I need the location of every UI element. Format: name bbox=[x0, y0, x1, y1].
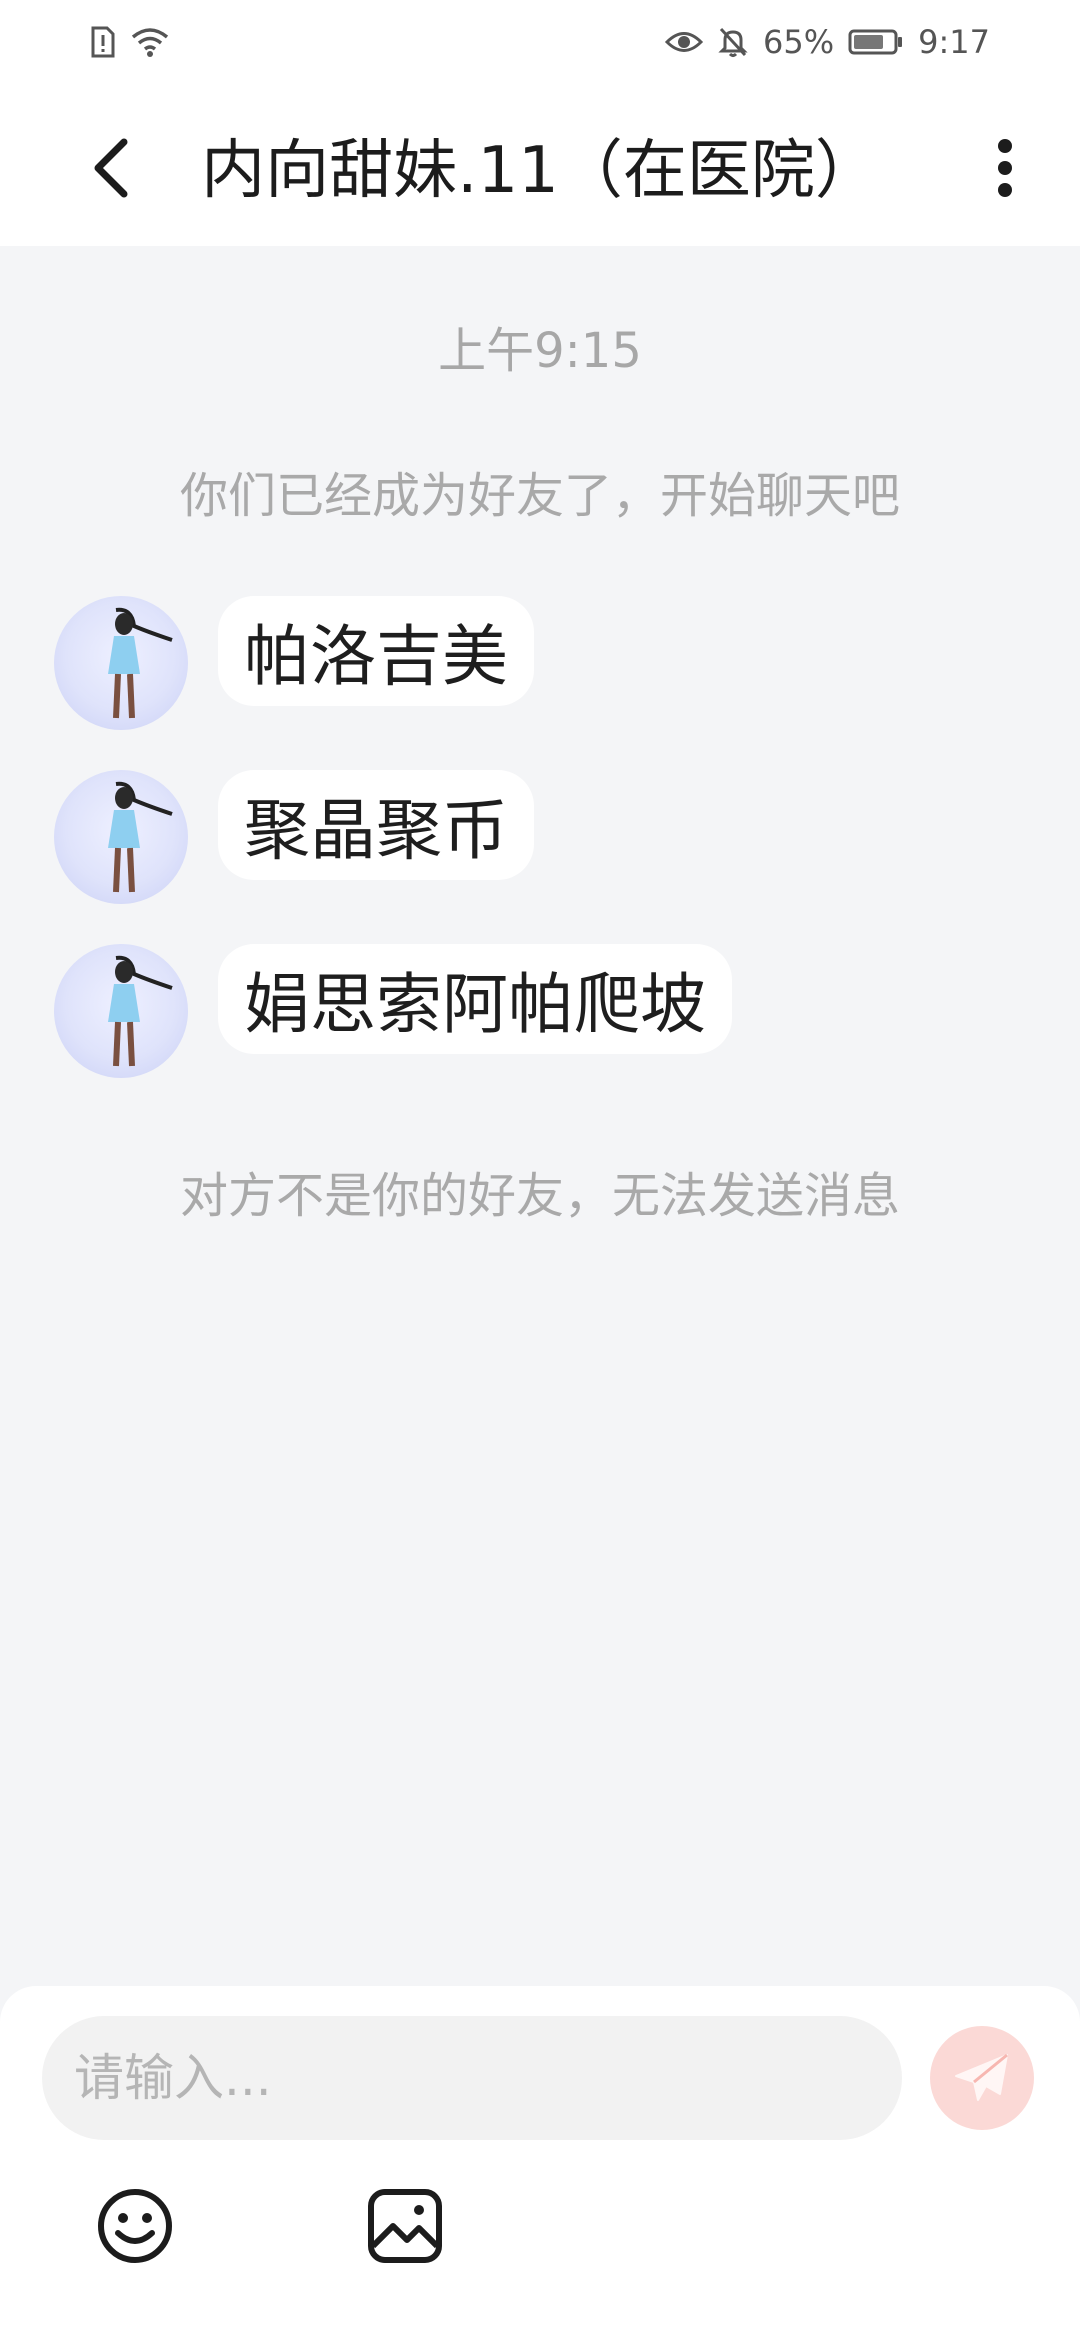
back-button[interactable] bbox=[70, 128, 150, 208]
wifi-icon bbox=[130, 26, 170, 58]
composer-panel bbox=[0, 1986, 1080, 2340]
message-input[interactable] bbox=[42, 2016, 902, 2140]
message-bubble[interactable]: 聚晶聚币 bbox=[218, 770, 534, 880]
avatar[interactable] bbox=[54, 596, 188, 730]
image-icon bbox=[368, 2189, 442, 2263]
message-list[interactable]: 上午9:15 你们已经成为好友了，开始聊天吧 帕洛吉美 聚晶聚币 娟思索阿帕爬坡… bbox=[0, 246, 1080, 1986]
message-row: 聚晶聚币 bbox=[54, 770, 534, 904]
eye-icon bbox=[665, 27, 704, 57]
chat-header: 内向甜妹.11（在医院） bbox=[0, 84, 1080, 246]
bell-off-icon bbox=[717, 26, 749, 58]
more-button[interactable] bbox=[970, 128, 1040, 208]
friend-notice: 你们已经成为好友了，开始聊天吧 bbox=[179, 468, 900, 524]
more-vertical-icon bbox=[998, 139, 1012, 197]
message-bubble[interactable]: 帕洛吉美 bbox=[218, 596, 534, 706]
chat-screen: 65% 9:17 内向甜妹.11（在医院） 上午9:15 你们已经成为好友了，开… bbox=[0, 0, 1080, 2340]
emoji-button[interactable] bbox=[95, 2186, 175, 2266]
avatar[interactable] bbox=[54, 770, 188, 904]
battery-percent: 65% bbox=[763, 23, 835, 61]
status-time: 9:17 bbox=[918, 23, 990, 61]
message-timestamp: 上午9:15 bbox=[438, 323, 642, 379]
status-bar: 65% 9:17 bbox=[0, 0, 1080, 84]
message-row: 帕洛吉美 bbox=[54, 596, 534, 730]
sim-alert-icon bbox=[90, 26, 116, 58]
chat-title: 内向甜妹.11（在医院） bbox=[201, 134, 879, 208]
send-icon bbox=[955, 2053, 1008, 2101]
message-bubble[interactable]: 娟思索阿帕爬坡 bbox=[218, 944, 732, 1054]
battery-icon bbox=[848, 28, 904, 56]
blocked-notice: 对方不是你的好友，无法发送消息 bbox=[179, 1168, 900, 1224]
emoji-icon bbox=[98, 2189, 172, 2263]
image-button[interactable] bbox=[365, 2186, 445, 2266]
avatar[interactable] bbox=[54, 944, 188, 1078]
message-row: 娟思索阿帕爬坡 bbox=[54, 944, 732, 1078]
chevron-left-icon bbox=[94, 138, 128, 198]
send-button[interactable] bbox=[930, 2026, 1034, 2130]
